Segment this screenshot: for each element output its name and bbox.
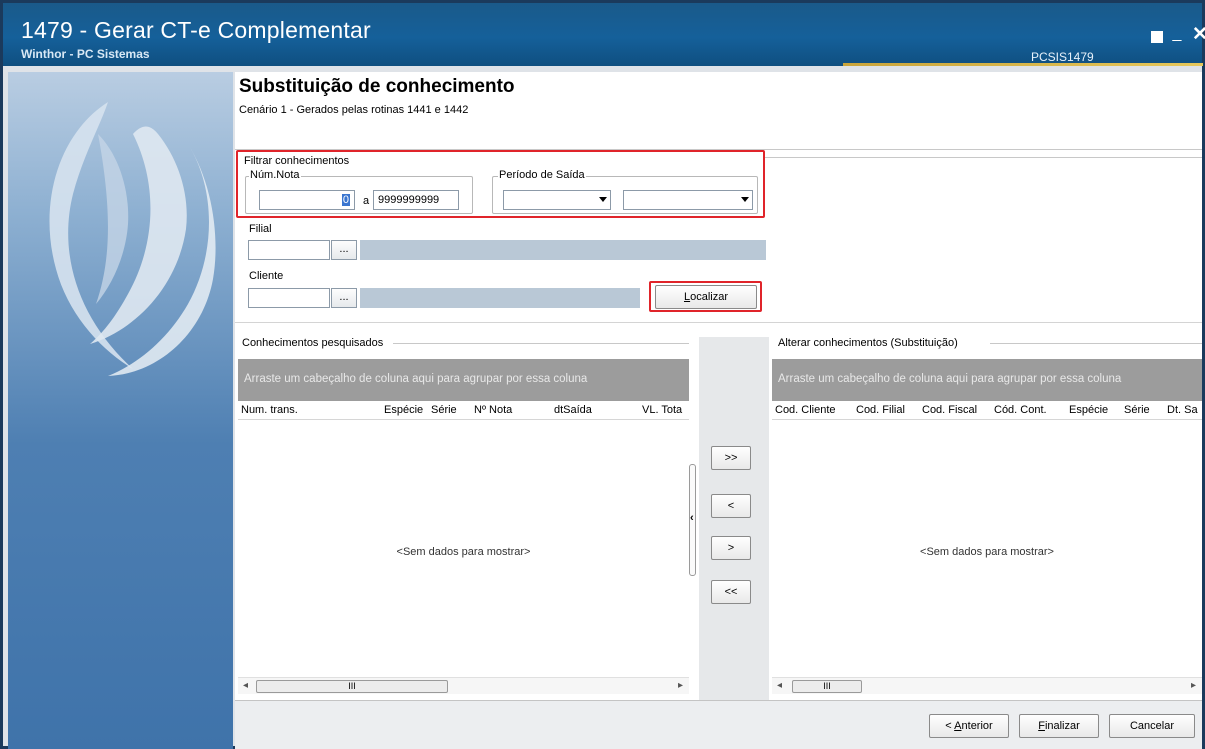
localizar-label: ocalizar (690, 291, 729, 303)
column-header[interactable]: Série (431, 404, 457, 416)
right-grid-group-panel[interactable]: Arraste um cabeçalho de coluna aqui para… (772, 359, 1202, 401)
cliente-label: Cliente (248, 270, 285, 282)
footer-bar: < Anterior Finalizar Cancelar (235, 700, 1202, 749)
column-header[interactable]: Cód. Cont. (994, 404, 1047, 416)
left-grid-column-headers: Num. trans. Espécie Série Nº Nota dtSaíd… (238, 402, 689, 420)
left-grid-empty-message: <Sem dados para mostrar> (396, 546, 531, 558)
restore-icon[interactable] (1151, 31, 1163, 43)
add-all-button[interactable]: >> (711, 446, 751, 470)
scroll-thumb[interactable]: III (256, 680, 448, 693)
remove-all-button[interactable]: << (711, 580, 751, 604)
minimize-icon[interactable]: _ (1168, 25, 1186, 43)
column-header[interactable]: Espécie (1069, 404, 1108, 416)
content-area: Substituição de conhecimento Cenário 1 -… (235, 72, 1202, 749)
cliente-name-display (360, 288, 640, 308)
localizar-button[interactable]: Localizar (655, 285, 757, 309)
num-nota-from-input[interactable]: 0 (259, 190, 355, 210)
finish-label: inalizar (1044, 720, 1080, 732)
column-header[interactable]: Cod. Cliente (775, 404, 836, 416)
filter-group-label: Filtrar conhecimentos (243, 155, 351, 167)
finish-button[interactable]: Finalizar (1019, 714, 1099, 738)
left-grid: Conhecimentos pesquisados Arraste um cab… (238, 337, 689, 694)
scroll-left-icon[interactable]: ◂ (243, 680, 248, 691)
back-button[interactable]: < Anterior (929, 714, 1009, 738)
column-header[interactable]: Espécie (384, 404, 423, 416)
periodo-label: Período de Saída (498, 169, 586, 181)
periodo-start-date[interactable] (503, 190, 611, 210)
back-prefix: < (945, 720, 955, 732)
filial-lookup-button[interactable]: ... (331, 240, 357, 260)
num-nota-from-value: 0 (341, 194, 350, 206)
window-title: 1479 - Gerar CT-e Complementar (21, 17, 371, 43)
winthor-logo (49, 102, 216, 376)
left-grid-line (393, 343, 689, 344)
column-header[interactable]: Num. trans. (241, 404, 298, 416)
finish-mnemonic: F (1038, 720, 1045, 732)
add-one-button[interactable]: > (711, 536, 751, 560)
right-grid-hscrollbar[interactable]: ◂ III ▸ (772, 677, 1202, 694)
cliente-lookup-button[interactable]: ... (331, 288, 357, 308)
right-grid-line (990, 343, 1202, 344)
filial-label: Filial (248, 223, 273, 235)
chevron-down-icon[interactable] (599, 197, 607, 202)
transfer-strip: >> < > << (699, 337, 769, 700)
right-grid-column-headers: Cod. Cliente Cod. Filial Cod. Fiscal Cód… (772, 402, 1202, 420)
num-nota-label: Núm.Nota (249, 169, 301, 181)
back-label: nterior (961, 720, 993, 732)
collapse-left-icon[interactable]: ‹ (690, 512, 694, 524)
right-grid: Alterar conhecimentos (Substituição) Arr… (772, 337, 1202, 694)
filial-code-input[interactable] (248, 240, 330, 260)
column-header[interactable]: VL. Tota (642, 404, 682, 416)
scroll-right-icon[interactable]: ▸ (1191, 680, 1196, 691)
scroll-right-icon[interactable]: ▸ (678, 680, 683, 691)
close-icon[interactable]: ✕ (1191, 23, 1205, 46)
title-bar[interactable]: 1479 - Gerar CT-e Complementar Winthor -… (3, 3, 1205, 66)
chevron-down-icon[interactable] (741, 197, 749, 202)
application-window: 1479 - Gerar CT-e Complementar Winthor -… (0, 0, 1205, 749)
page-description: Cenário 1 - Gerados pelas rotinas 1441 e… (239, 104, 469, 116)
left-grid-title: Conhecimentos pesquisados (241, 337, 385, 349)
left-grid-group-panel[interactable]: Arraste um cabeçalho de coluna aqui para… (238, 359, 689, 401)
divider (235, 322, 1202, 323)
page-title: Substituição de conhecimento (239, 76, 515, 97)
column-header[interactable]: dtSaída (554, 404, 592, 416)
left-grid-hscrollbar[interactable]: ◂ III ▸ (238, 677, 689, 694)
cancel-button[interactable]: Cancelar (1109, 714, 1195, 738)
title-accent-line (843, 63, 1203, 66)
back-mnemonic: A (954, 720, 962, 732)
filter-group-line (765, 157, 1202, 158)
routine-code: PCSIS1479 (1031, 50, 1094, 64)
window-subtitle: Winthor - PC Sistemas (21, 47, 150, 61)
num-nota-separator: a (363, 195, 370, 207)
num-nota-to-input[interactable]: 9999999999 (373, 190, 459, 210)
periodo-end-date[interactable] (623, 190, 753, 210)
scroll-thumb[interactable]: III (792, 680, 862, 693)
cliente-code-input[interactable] (248, 288, 330, 308)
scroll-left-icon[interactable]: ◂ (777, 680, 782, 691)
column-header[interactable]: Série (1124, 404, 1150, 416)
filial-name-display (360, 240, 766, 260)
remove-one-button[interactable]: < (711, 494, 751, 518)
right-grid-empty-message: <Sem dados para mostrar> (920, 546, 1054, 558)
right-grid-title: Alterar conhecimentos (Substituição) (777, 337, 959, 349)
column-header[interactable]: Cod. Fiscal (922, 404, 977, 416)
column-header[interactable]: Nº Nota (474, 404, 512, 416)
column-header[interactable]: Cod. Filial (856, 404, 905, 416)
column-header[interactable]: Dt. Sa (1167, 404, 1198, 416)
side-panel (8, 72, 233, 749)
